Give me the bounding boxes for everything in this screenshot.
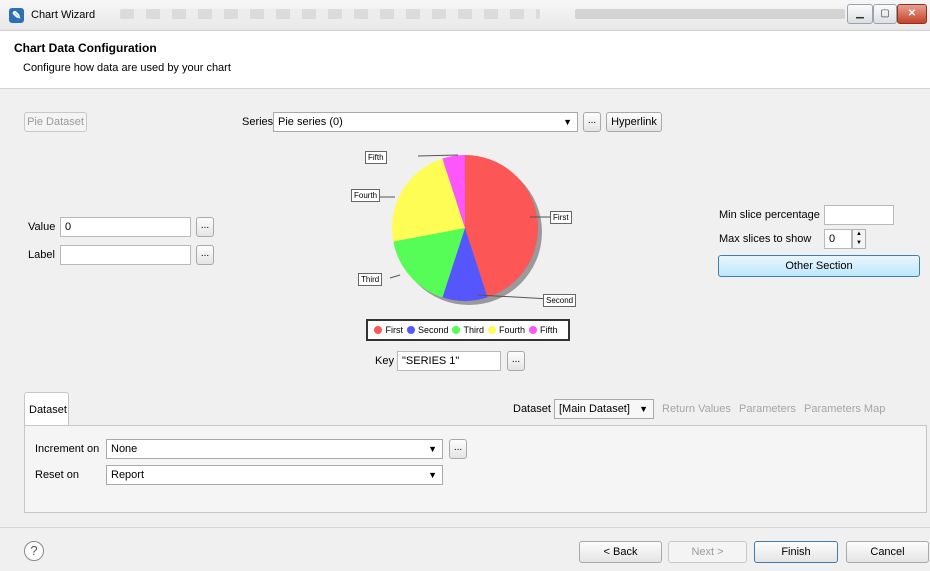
chevron-down-icon: ▼ xyxy=(428,444,437,454)
window-title: Chart Wizard xyxy=(31,9,96,21)
close-button[interactable]: ✕ xyxy=(897,4,927,24)
max-slices-label: Max slices to show xyxy=(719,233,812,245)
other-section-button[interactable]: Other Section xyxy=(718,255,920,277)
pie-leader-line xyxy=(417,154,459,157)
tab-dataset[interactable]: Dataset xyxy=(24,392,69,426)
series-more-button[interactable]: ... xyxy=(583,112,601,132)
spinner-down-icon[interactable]: ▼ xyxy=(853,239,865,248)
pie-leader-line xyxy=(389,274,401,279)
increment-select[interactable]: None ▼ xyxy=(106,439,443,459)
dataset-select[interactable]: [Main Dataset] ▼ xyxy=(554,399,654,419)
pie-label-third: Third xyxy=(358,273,383,286)
legend-item-second: Second xyxy=(406,325,449,335)
title-bar-blur-right xyxy=(575,9,845,19)
app-icon: ✎ xyxy=(9,8,24,23)
value-label: Value xyxy=(28,221,56,233)
label-input[interactable] xyxy=(60,245,191,265)
chevron-down-icon: ▼ xyxy=(563,117,572,127)
back-button[interactable]: < Back xyxy=(579,541,662,563)
series-label: Series xyxy=(242,116,274,128)
key-label: Key xyxy=(375,355,394,367)
chevron-down-icon: ▼ xyxy=(639,404,648,414)
increment-label: Increment on xyxy=(35,443,100,455)
legend-item-fourth: Fourth xyxy=(488,325,525,335)
cancel-button[interactable]: Cancel xyxy=(846,541,929,563)
tab-return-values[interactable]: Return Values xyxy=(662,403,731,415)
help-icon[interactable]: ? xyxy=(24,541,44,561)
legend-label: First xyxy=(385,325,403,335)
legend-swatch xyxy=(452,326,461,334)
series-select-value: Pie series (0) xyxy=(278,116,343,128)
key-input[interactable]: "SERIES 1" xyxy=(397,351,501,371)
dataset-label: Dataset xyxy=(513,403,551,415)
legend-label: Third xyxy=(463,325,484,335)
page-title: Chart Data Configuration xyxy=(14,41,157,55)
tab-parameters-map[interactable]: Parameters Map xyxy=(804,403,885,415)
reset-select[interactable]: Report ▼ xyxy=(106,465,443,485)
spinner-up-icon[interactable]: ▲ xyxy=(853,230,865,239)
legend-item-first: First xyxy=(374,325,403,335)
legend-item-fifth: Fifth xyxy=(529,325,558,335)
footer-separator xyxy=(0,527,930,528)
legend-label: Second xyxy=(417,325,449,335)
increment-select-value: None xyxy=(111,443,138,455)
max-slices-spinner[interactable]: ▲ ▼ xyxy=(852,229,866,249)
increment-more-button[interactable]: ... xyxy=(449,439,467,459)
dataset-select-value: [Main Dataset] xyxy=(559,403,630,415)
next-button[interactable]: Next > xyxy=(668,541,747,563)
hyperlink-button[interactable]: Hyperlink xyxy=(606,112,662,132)
legend-swatch xyxy=(529,326,538,334)
legend-label: Fifth xyxy=(540,325,558,335)
min-slice-input[interactable] xyxy=(824,205,894,225)
value-more-button[interactable]: ... xyxy=(196,217,214,237)
chart-legend: First Second Third Fourth Fifth xyxy=(366,319,570,341)
wizard-header: Chart Data Configuration Configure how d… xyxy=(0,31,930,89)
label-more-button[interactable]: ... xyxy=(196,245,214,265)
legend-swatch xyxy=(406,326,415,334)
maximize-button[interactable]: ▢ xyxy=(873,4,897,24)
pie-label-fifth: Fifth xyxy=(365,151,387,164)
page-subtitle: Configure how data are used by your char… xyxy=(23,62,231,74)
reset-label: Reset on xyxy=(35,469,80,481)
pie-chart xyxy=(376,154,551,305)
series-select[interactable]: Pie series (0) ▼ xyxy=(273,112,578,132)
legend-swatch xyxy=(488,326,496,334)
legend-item-third: Third xyxy=(452,325,484,335)
reset-select-value: Report xyxy=(111,469,145,481)
pie-dataset-button[interactable]: Pie Dataset xyxy=(24,112,87,132)
minimize-button[interactable]: ▁ xyxy=(847,4,873,24)
pie-label-second: Second xyxy=(543,294,577,307)
title-bar-blur xyxy=(120,9,540,19)
pie-label-fourth: Fourth xyxy=(351,189,381,202)
value-input[interactable]: 0 xyxy=(60,217,191,237)
min-slice-label: Min slice percentage xyxy=(719,209,820,221)
legend-swatch xyxy=(374,326,383,334)
pie-label-first: First xyxy=(550,211,572,224)
legend-label: Fourth xyxy=(499,325,526,335)
tab-dataset-label: Dataset xyxy=(29,404,67,416)
key-more-button[interactable]: ... xyxy=(507,351,525,371)
max-slices-input[interactable]: 0 xyxy=(824,229,852,249)
label-label: Label xyxy=(28,249,55,261)
finish-button[interactable]: Finish xyxy=(754,541,838,563)
tab-parameters[interactable]: Parameters xyxy=(739,403,796,415)
chevron-down-icon: ▼ xyxy=(428,470,437,480)
